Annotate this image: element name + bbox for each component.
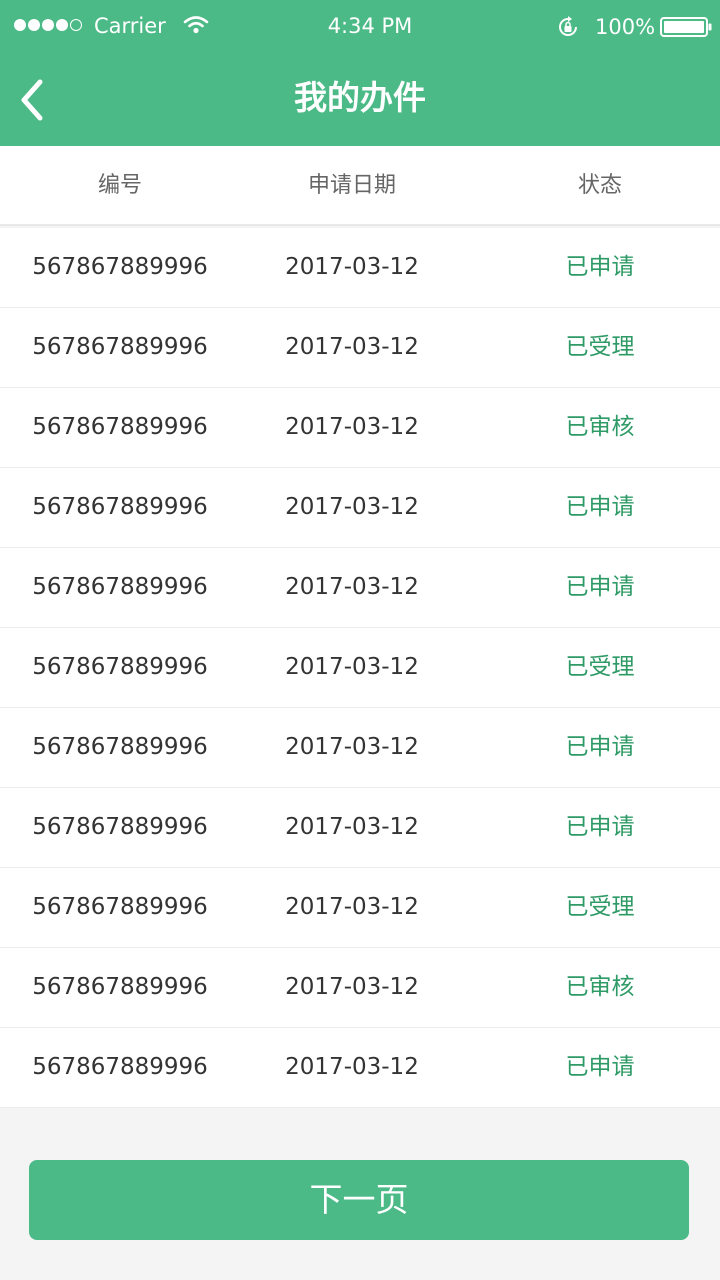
case-status: 已申请: [565, 814, 635, 840]
apply-date: 2017-03-12: [285, 1054, 419, 1080]
case-number: 567867889996: [32, 654, 208, 680]
apply-date: 2017-03-12: [285, 334, 419, 360]
table-row[interactable]: 567867889996 2017-03-12 已申请: [0, 548, 720, 628]
battery-percent: 100%: [595, 15, 656, 39]
apply-date: 2017-03-12: [285, 254, 419, 280]
apply-date: 2017-03-12: [285, 494, 419, 520]
case-number: 567867889996: [32, 814, 208, 840]
case-status: 已受理: [565, 894, 635, 920]
next-page-button[interactable]: 下一页: [29, 1160, 689, 1240]
apply-date: 2017-03-12: [285, 894, 419, 920]
case-number: 567867889996: [32, 574, 208, 600]
table-row[interactable]: 567867889996 2017-03-12 已申请: [0, 1028, 720, 1108]
status-bar: Carrier 4:34 PM 100%: [0, 0, 720, 52]
case-status: 已审核: [565, 414, 635, 440]
app-header: Carrier 4:34 PM 100% 我的办件: [0, 0, 720, 146]
case-number: 567867889996: [32, 734, 208, 760]
apply-date: 2017-03-12: [285, 734, 419, 760]
case-status: 已申请: [565, 494, 635, 520]
case-number: 567867889996: [32, 334, 208, 360]
case-status: 已申请: [565, 734, 635, 760]
case-status: 已受理: [565, 334, 635, 360]
table-row[interactable]: 567867889996 2017-03-12 已申请: [0, 708, 720, 788]
table-row[interactable]: 567867889996 2017-03-12 已审核: [0, 388, 720, 468]
case-number: 567867889996: [32, 254, 208, 280]
table-row[interactable]: 567867889996 2017-03-12 已申请: [0, 788, 720, 868]
table-row[interactable]: 567867889996 2017-03-12 已受理: [0, 628, 720, 708]
case-number: 567867889996: [32, 414, 208, 440]
table-row[interactable]: 567867889996 2017-03-12 已受理: [0, 868, 720, 948]
rotation-lock-icon: [559, 16, 577, 36]
case-status: 已申请: [565, 1054, 635, 1080]
battery-icon: [660, 17, 712, 37]
case-status: 已审核: [565, 974, 635, 1000]
case-number: 567867889996: [32, 1054, 208, 1080]
apply-date: 2017-03-12: [285, 654, 419, 680]
header-number: 编号: [97, 173, 142, 198]
case-list: 567867889996 2017-03-12 已申请 567867889996…: [0, 228, 720, 1108]
case-status: 已申请: [565, 254, 635, 280]
table-row[interactable]: 567867889996 2017-03-12 已受理: [0, 308, 720, 388]
apply-date: 2017-03-12: [285, 814, 419, 840]
apply-date: 2017-03-12: [285, 974, 419, 1000]
header-apply-date: 申请日期: [307, 173, 396, 198]
table-row[interactable]: 567867889996 2017-03-12 已申请: [0, 468, 720, 548]
page-title: 我的办件: [294, 78, 426, 117]
case-status: 已受理: [565, 654, 635, 680]
table-row[interactable]: 567867889996 2017-03-12 已申请: [0, 228, 720, 308]
apply-date: 2017-03-12: [285, 414, 419, 440]
case-number: 567867889996: [32, 494, 208, 520]
table-row[interactable]: 567867889996 2017-03-12 已审核: [0, 948, 720, 1028]
table-header: 编号 申请日期 状态: [0, 146, 720, 226]
header-status: 状态: [577, 173, 622, 198]
case-number: 567867889996: [32, 974, 208, 1000]
case-number: 567867889996: [32, 894, 208, 920]
case-status: 已申请: [565, 574, 635, 600]
apply-date: 2017-03-12: [285, 574, 419, 600]
